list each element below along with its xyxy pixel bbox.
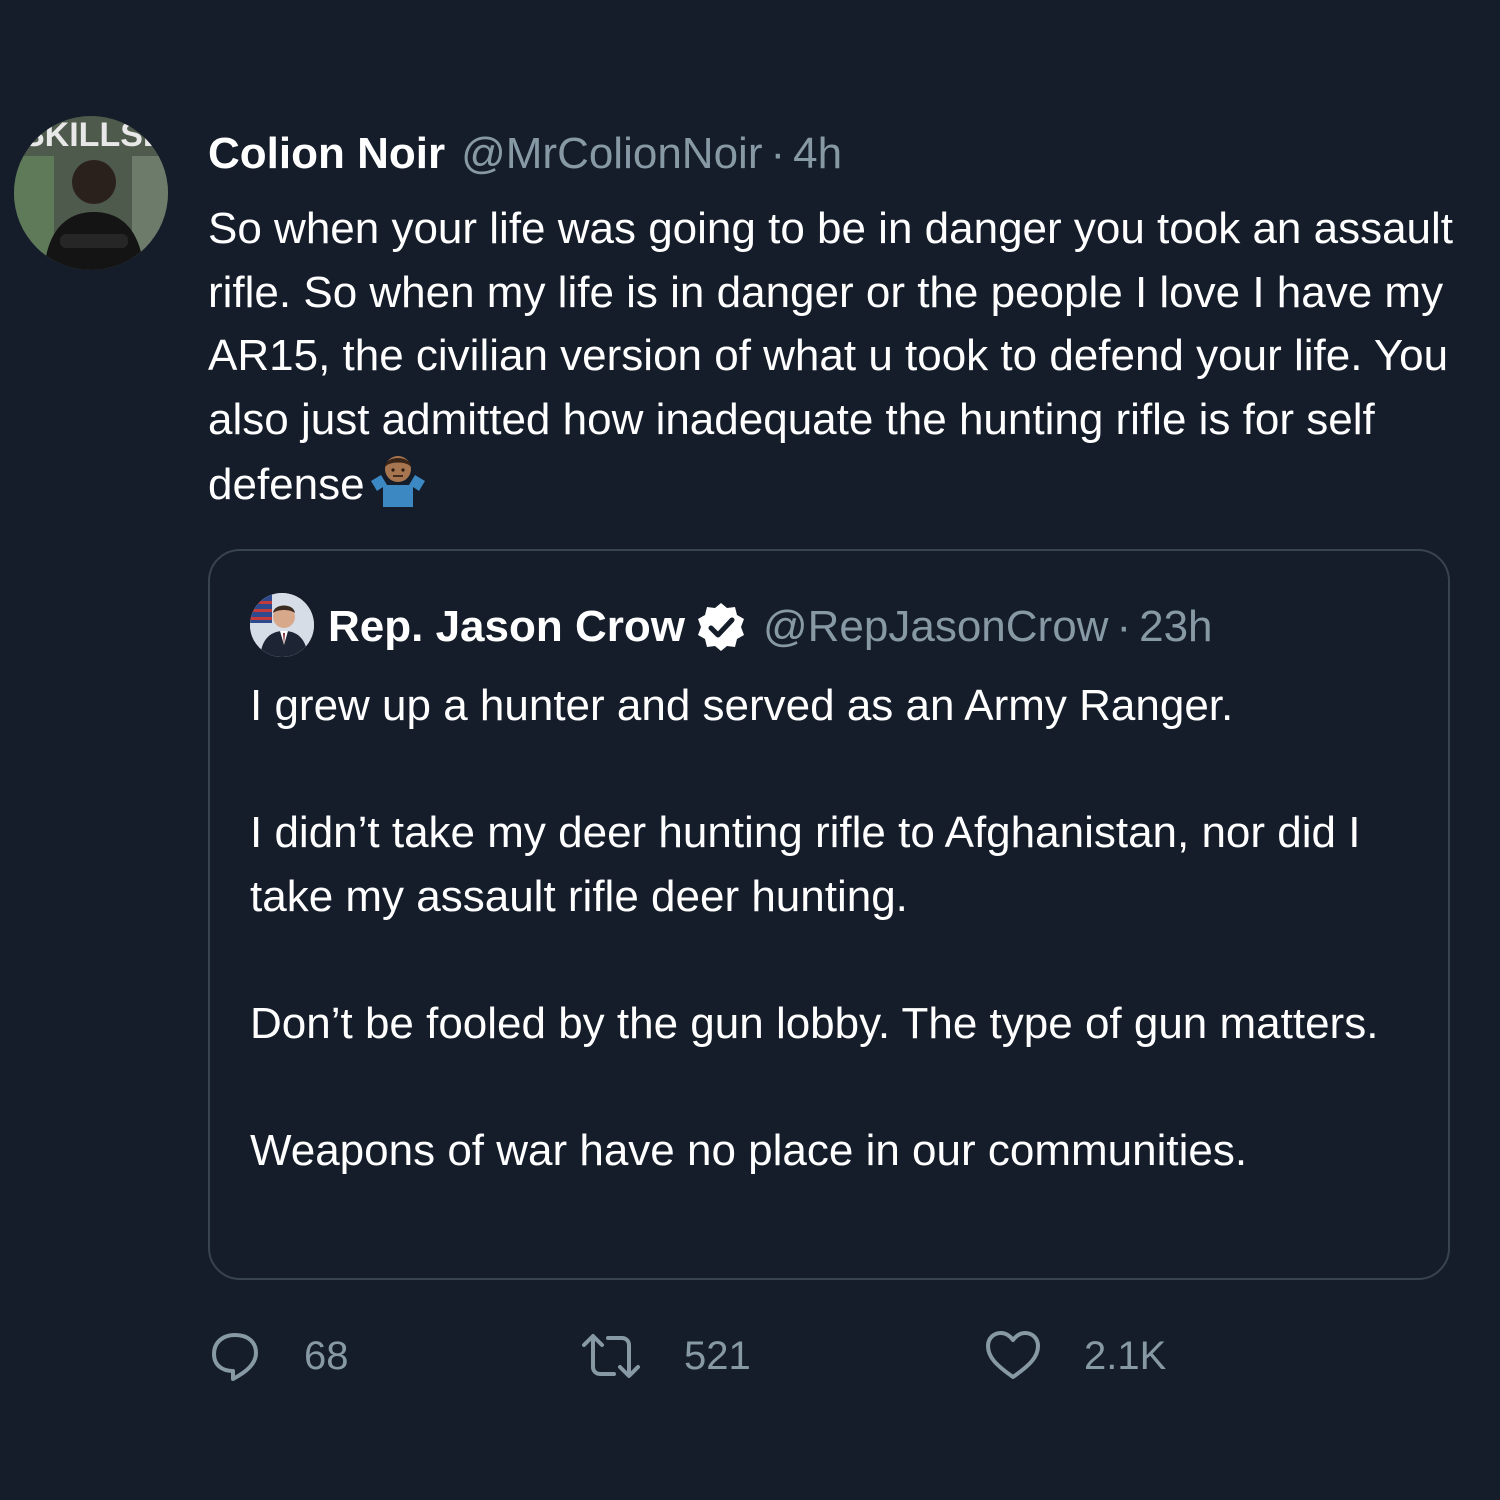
- quoted-author-name[interactable]: Rep. Jason Crow: [328, 597, 685, 657]
- reply-icon: [212, 1333, 258, 1381]
- like-count: 2.1K: [1084, 1333, 1167, 1378]
- quoted-author-handle[interactable]: @RepJasonCrow: [763, 597, 1108, 657]
- tweet-text: So when your life was going to be in dan…: [208, 197, 1458, 517]
- quoted-tweet-timestamp[interactable]: 23h: [1139, 597, 1212, 657]
- tweet-header: Colion Noir @MrColionNoir · 4h: [208, 122, 842, 186]
- author-name[interactable]: Colion Noir: [208, 122, 445, 186]
- person-shrugging-emoji-icon: [370, 456, 425, 507]
- quoted-paragraph: I didn’t take my deer hunting rifle to A…: [250, 808, 1361, 921]
- quoted-tweet-header: Rep. Jason Crow @RepJasonCrow · 23h: [328, 597, 1213, 657]
- quoted-tweet-card[interactable]: Rep. Jason Crow @RepJasonCrow · 23h I gr…: [208, 549, 1450, 1280]
- header-separator: ·: [770, 129, 786, 178]
- quoted-paragraph: Weapons of war have no place in our comm…: [250, 1125, 1248, 1175]
- author-avatar[interactable]: SKILLSET: [14, 116, 168, 270]
- verified-badge-icon: [697, 603, 744, 651]
- avatar-magazine-title: SKILLSET: [22, 116, 168, 154]
- person-avatar-icon: SKILLSET: [14, 116, 168, 270]
- reply-count: 68: [304, 1333, 349, 1378]
- author-handle[interactable]: @MrColionNoir: [461, 122, 762, 186]
- quoted-tweet-text: I grew up a hunter and served as an Army…: [250, 674, 1420, 1182]
- quoted-paragraph: I grew up a hunter and served as an Army…: [250, 681, 1234, 730]
- reply-button[interactable]: 68: [208, 1320, 349, 1392]
- like-button[interactable]: 2.1K: [984, 1320, 1166, 1392]
- person-avatar-flag-icon: [250, 593, 314, 657]
- tweet-timestamp[interactable]: 4h: [793, 122, 842, 186]
- quoted-author-avatar[interactable]: [250, 593, 314, 657]
- tweet[interactable]: SKILLSET Colion Noir @MrColionNoir · 4h …: [0, 0, 1500, 1500]
- retweet-icon: [582, 1334, 640, 1378]
- quoted-header-separator: ·: [1116, 602, 1132, 651]
- retweet-button[interactable]: 521: [580, 1320, 751, 1392]
- heart-icon: [986, 1331, 1040, 1379]
- quoted-paragraph: Don’t be fooled by the gun lobby. The ty…: [250, 998, 1379, 1048]
- retweet-count: 521: [684, 1333, 751, 1378]
- tweet-actions: 68 521 2.1K: [208, 1320, 1408, 1392]
